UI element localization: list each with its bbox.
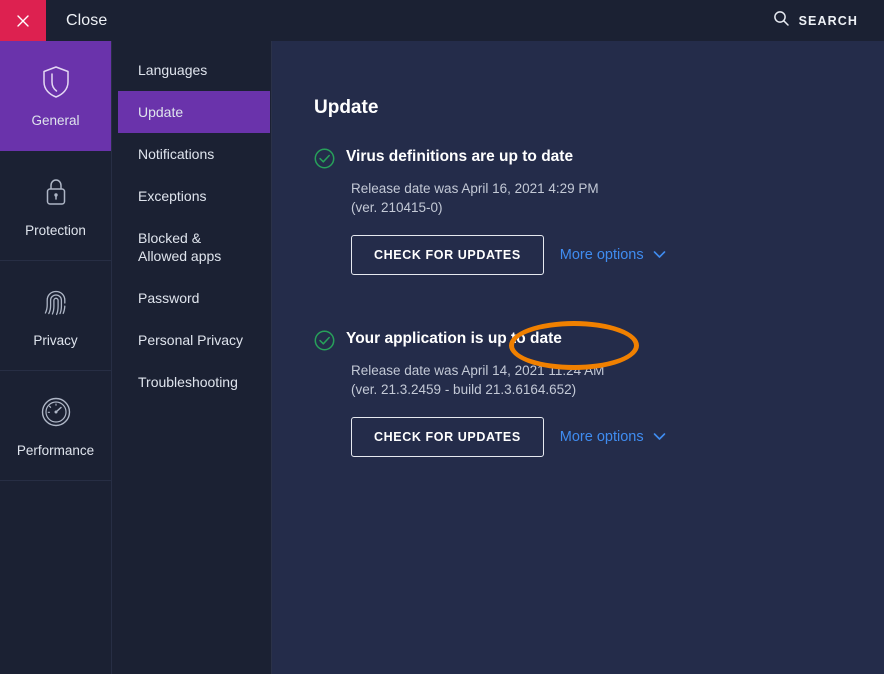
update-actions: CHECK FOR UPDATES More options xyxy=(351,417,884,457)
search-icon xyxy=(773,10,790,32)
update-release-date: Release date was April 16, 2021 4:29 PM xyxy=(351,181,599,196)
check-circle-icon xyxy=(314,330,335,356)
page-title: Update xyxy=(314,97,379,118)
settings-window: Close SEARCH General Protection Privacy … xyxy=(0,0,884,674)
secondary-menu: Languages Update Notifications Exception… xyxy=(112,41,272,674)
check-for-updates-button[interactable]: CHECK FOR UPDATES xyxy=(351,235,544,275)
gauge-icon xyxy=(39,393,73,431)
update-block-virus-definitions: Virus definitions are up to date Release… xyxy=(314,147,884,275)
more-options-label: More options xyxy=(559,247,644,263)
window-body: General Protection Privacy Performance L… xyxy=(0,41,884,674)
titlebar-spacer xyxy=(107,0,772,41)
shield-icon xyxy=(41,63,71,101)
search-label: SEARCH xyxy=(798,13,858,28)
sidebar-item-performance[interactable]: Performance xyxy=(0,371,111,481)
update-status-title: Your application is up to date xyxy=(346,330,562,347)
sidebar-item-label: Protection xyxy=(25,223,86,238)
sidebar-item-label: Performance xyxy=(16,443,95,458)
update-block-header: Virus definitions are up to date xyxy=(314,147,884,174)
close-button[interactable] xyxy=(0,0,46,41)
sidebar-item-privacy[interactable]: Privacy xyxy=(0,261,111,371)
sidebar-item-protection[interactable]: Protection xyxy=(0,151,111,261)
update-version: (ver. 210415-0) xyxy=(351,200,443,215)
lock-icon xyxy=(41,173,71,211)
submenu-item-notifications[interactable]: Notifications xyxy=(118,133,270,175)
submenu-item-blocked-allowed-apps[interactable]: Blocked & Allowed apps xyxy=(118,217,270,277)
chevron-down-icon xyxy=(653,247,666,263)
close-icon xyxy=(15,13,31,29)
update-status-title: Virus definitions are up to date xyxy=(346,148,574,165)
chevron-down-icon xyxy=(653,429,666,445)
update-block-header: Your application is up to date xyxy=(314,329,884,356)
close-label[interactable]: Close xyxy=(46,0,107,41)
submenu-item-languages[interactable]: Languages xyxy=(118,49,270,91)
check-circle-icon xyxy=(314,148,335,174)
submenu-item-personal-privacy[interactable]: Personal Privacy xyxy=(118,319,270,361)
update-version: (ver. 21.3.2459 - build 21.3.6164.652) xyxy=(351,382,577,397)
title-bar: Close SEARCH xyxy=(0,0,884,41)
sidebar-item-general[interactable]: General xyxy=(0,41,111,151)
sidebar-filler xyxy=(0,481,111,674)
update-actions: CHECK FOR UPDATES More options xyxy=(351,235,884,275)
submenu-item-update[interactable]: Update xyxy=(118,91,270,133)
submenu-item-troubleshooting[interactable]: Troubleshooting xyxy=(118,361,270,403)
fingerprint-icon xyxy=(41,283,71,321)
search-button[interactable]: SEARCH xyxy=(773,0,884,41)
sidebar-item-label: Privacy xyxy=(33,333,78,348)
sidebar-item-label: General xyxy=(31,113,80,128)
update-block-application: Your application is up to date Release d… xyxy=(314,329,884,457)
more-options-link[interactable]: More options xyxy=(558,243,668,267)
submenu-item-exceptions[interactable]: Exceptions xyxy=(118,175,270,217)
more-options-link[interactable]: More options xyxy=(558,425,668,449)
submenu-item-password[interactable]: Password xyxy=(118,277,270,319)
more-options-label: More options xyxy=(559,429,644,445)
main-content: Update Virus definitions are up to date … xyxy=(272,41,884,674)
primary-sidebar: General Protection Privacy Performance xyxy=(0,41,112,674)
update-release-date: Release date was April 14, 2021 11:24 AM xyxy=(351,363,605,378)
check-for-updates-button[interactable]: CHECK FOR UPDATES xyxy=(351,417,544,457)
